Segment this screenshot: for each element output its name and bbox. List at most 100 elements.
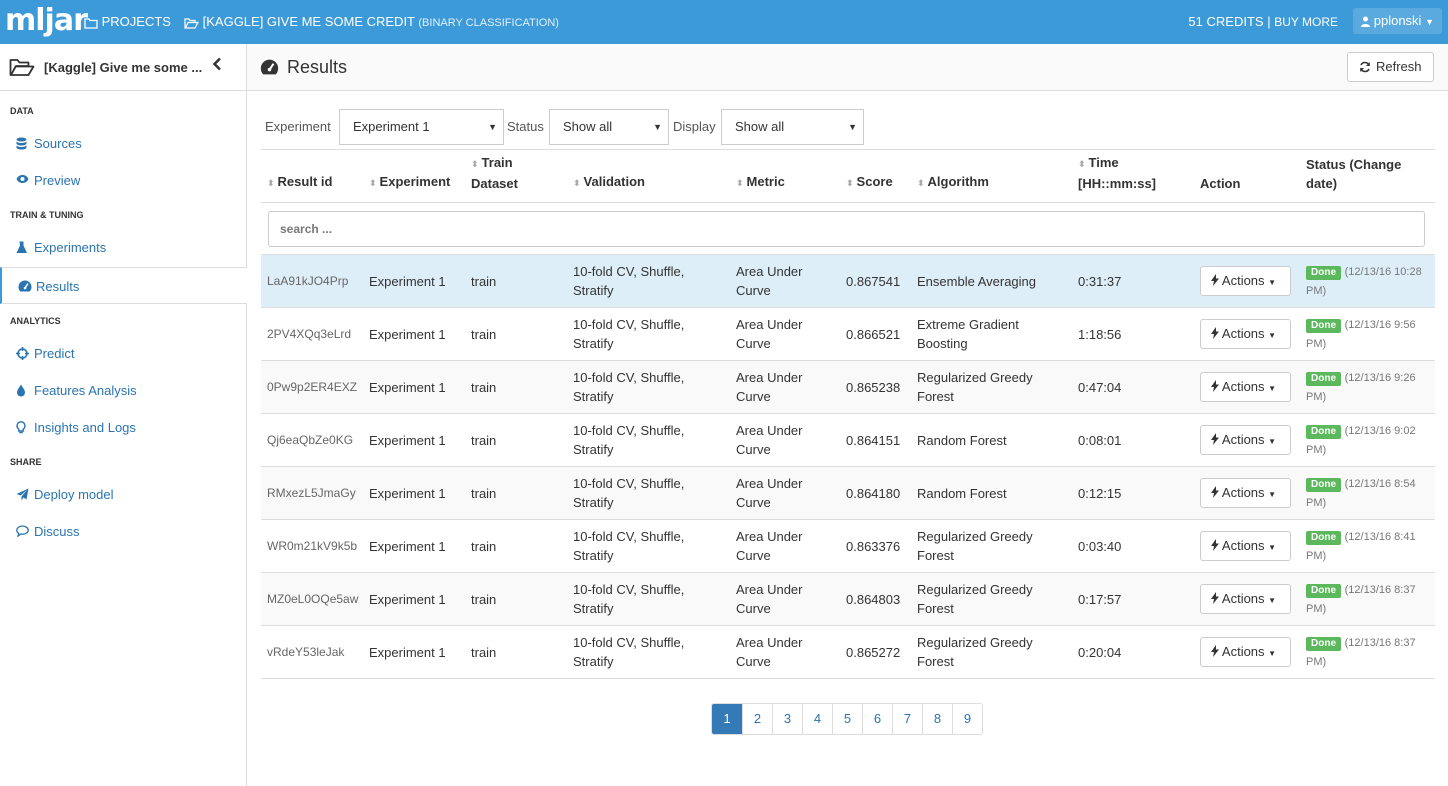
projects-link[interactable]: PROJECTS — [84, 14, 171, 29]
metric-cell: Area Under Curve — [730, 466, 840, 520]
caret-down-icon: ▼ — [1268, 384, 1277, 393]
action-cell: Actions ▼ — [1194, 572, 1300, 626]
status-badge: Done — [1306, 478, 1341, 492]
action-cell: Actions ▼ — [1194, 466, 1300, 520]
column-header-validation[interactable]: ⬍ Validation — [567, 149, 730, 203]
metric-cell: Area Under Curve — [730, 413, 840, 467]
table-row[interactable]: Qj6eaQbZe0KG Experiment 1 train 10-fold CV,… — [261, 413, 1435, 467]
experiment-cell: Experiment 1 — [363, 625, 465, 679]
result-id-cell[interactable]: Qj6eaQbZe0KG — [261, 413, 363, 467]
sidebar-item-insights-logs[interactable]: Insights and Logs — [0, 409, 247, 446]
column-header-metric[interactable]: ⬍ Metric — [730, 149, 840, 203]
actions-dropdown-button[interactable]: Actions ▼ — [1200, 425, 1291, 455]
table-row[interactable]: 0Pw9p2ER4EXZ Experiment 1 train 10-fold CV,… — [261, 360, 1435, 414]
column-header-time[interactable]: ⬍ Time [HH::mm:ss] — [1072, 149, 1194, 203]
time-cell: 0:12:15 — [1072, 466, 1194, 520]
sidebar-item-sources[interactable]: Sources — [0, 125, 247, 162]
result-id-cell[interactable]: RMxezL5JmaGy — [261, 466, 363, 520]
user-menu-button[interactable]: pplonski ▼ — [1353, 8, 1442, 34]
result-id-cell[interactable]: LaA91kJO4Prp — [261, 254, 363, 308]
caret-down-icon: ▼ — [1268, 278, 1277, 287]
sidebar-item-label: Experiments — [34, 240, 107, 255]
column-header-status: Status (Change date) — [1300, 149, 1435, 203]
project-type: (BINARY CLASSIFICATION) — [418, 17, 559, 29]
page-3-link[interactable]: 3 — [772, 704, 802, 734]
sidebar-item-preview[interactable]: Preview — [0, 162, 247, 199]
algorithm-cell: Regularized Greedy Forest — [911, 519, 1072, 573]
page-1-link[interactable]: 1 — [712, 704, 742, 734]
credits-separator: | — [1267, 14, 1271, 29]
page-5-link[interactable]: 5 — [832, 704, 862, 734]
paper-plane-icon — [16, 488, 29, 501]
action-cell: Actions ▼ — [1194, 625, 1300, 679]
page-6-link[interactable]: 6 — [862, 704, 892, 734]
table-row[interactable]: LaA91kJO4Prp Experiment 1 train 10-fold CV,… — [261, 254, 1435, 308]
result-id-cell[interactable]: MZ0eL0OQe5aw — [261, 572, 363, 626]
column-header-score[interactable]: ⬍ Score — [840, 149, 911, 203]
sidebar-item-features-analysis[interactable]: Features Analysis — [0, 372, 247, 409]
page-8-link[interactable]: 8 — [922, 704, 952, 734]
table-row[interactable]: WR0m21kV9k5b Experiment 1 train 10-fold CV,… — [261, 519, 1435, 573]
result-id-cell[interactable]: vRdeY53leJak — [261, 625, 363, 679]
actions-dropdown-button[interactable]: Actions ▼ — [1200, 584, 1291, 614]
actions-dropdown-button[interactable]: Actions ▼ — [1200, 637, 1291, 667]
actions-dropdown-button[interactable]: Actions ▼ — [1200, 531, 1291, 561]
status-badge: Done — [1306, 425, 1341, 439]
validation-cell: 10-fold CV, Shuffle, Stratify — [567, 413, 730, 467]
page-title: Results — [287, 57, 348, 77]
chevron-left-icon[interactable] — [212, 57, 222, 71]
result-id-cell[interactable]: 2PV4XQq3eLrd — [261, 307, 363, 361]
page-9-link[interactable]: 9 — [952, 704, 982, 734]
table-row[interactable]: MZ0eL0OQe5aw Experiment 1 train 10-fold CV,… — [261, 572, 1435, 626]
time-cell: 1:18:56 — [1072, 307, 1194, 361]
actions-dropdown-button[interactable]: Actions ▼ — [1200, 266, 1291, 296]
result-id-cell[interactable]: WR0m21kV9k5b — [261, 519, 363, 573]
sidebar-item-discuss[interactable]: Discuss — [0, 513, 247, 550]
sidebar-item-label: Insights and Logs — [34, 420, 136, 435]
status-badge: Done — [1306, 266, 1341, 280]
refresh-button[interactable]: Refresh — [1347, 52, 1434, 82]
column-header-algorithm[interactable]: ⬍ Algorithm — [911, 149, 1072, 203]
action-cell: Actions ▼ — [1194, 413, 1300, 467]
sidebar-item-deploy-model[interactable]: Deploy model — [0, 476, 247, 513]
status-select[interactable]: Show all ▼ — [549, 109, 669, 145]
column-header-result-id[interactable]: ⬍ Result id — [261, 149, 363, 203]
page-4-link[interactable]: 4 — [802, 704, 832, 734]
project-link[interactable]: [KAGGLE] GIVE ME SOME CREDIT (BINARY CLA… — [184, 14, 559, 29]
actions-dropdown-button[interactable]: Actions ▼ — [1200, 372, 1291, 402]
sidebar-item-experiments[interactable]: Experiments — [0, 229, 247, 266]
column-header-train-dataset[interactable]: ⬍ Train Dataset — [465, 149, 567, 203]
table-row[interactable]: RMxezL5JmaGy Experiment 1 train 10-fold CV,… — [261, 466, 1435, 520]
bolt-icon — [1211, 380, 1219, 392]
actions-dropdown-button[interactable]: Actions ▼ — [1200, 319, 1291, 349]
display-select[interactable]: Show all ▼ — [721, 109, 864, 145]
buy-more-link[interactable]: BUY MORE — [1274, 15, 1338, 29]
dashboard-icon — [260, 59, 279, 75]
results-table: ⬍ Result id ⬍ Experiment ⬍ Train Dataset ⬍ V… — [261, 149, 1435, 679]
sort-icon: ⬍ — [917, 178, 925, 188]
actions-dropdown-button[interactable]: Actions ▼ — [1200, 478, 1291, 508]
algorithm-cell: Regularized Greedy Forest — [911, 625, 1072, 679]
column-header-experiment[interactable]: ⬍ Experiment — [363, 149, 465, 203]
actions-label: Actions — [1221, 591, 1265, 606]
metric-cell: Area Under Curve — [730, 519, 840, 573]
table-row[interactable]: vRdeY53leJak Experiment 1 train 10-fold CV,… — [261, 625, 1435, 679]
experiment-select[interactable]: Experiment 1 ▼ — [339, 109, 504, 145]
mljar-logo[interactable]: mljar — [5, 4, 88, 38]
score-cell: 0.867541 — [840, 254, 911, 308]
page-2-link[interactable]: 2 — [742, 704, 772, 734]
validation-cell: 10-fold CV, Shuffle, Stratify — [567, 307, 730, 361]
table-row[interactable]: 2PV4XQq3eLrd Experiment 1 train 10-fold CV,… — [261, 307, 1435, 361]
score-cell: 0.866521 — [840, 307, 911, 361]
sidebar-item-label: Results — [36, 279, 80, 294]
top-navbar: mljar PROJECTS [KAGGLE] GIVE ME SOME CRE… — [0, 0, 1448, 44]
actions-label: Actions — [1221, 485, 1265, 500]
page-7-link[interactable]: 7 — [892, 704, 922, 734]
status-badge: Done — [1306, 531, 1341, 545]
sort-icon: ⬍ — [736, 178, 744, 188]
result-id-cell[interactable]: 0Pw9p2ER4EXZ — [261, 360, 363, 414]
sidebar-header: [Kaggle] Give me some ... — [0, 44, 246, 91]
search-input[interactable]: search ... — [268, 210, 1425, 247]
sidebar-item-predict[interactable]: Predict — [0, 335, 247, 372]
sidebar-item-results[interactable]: Results — [0, 267, 247, 304]
